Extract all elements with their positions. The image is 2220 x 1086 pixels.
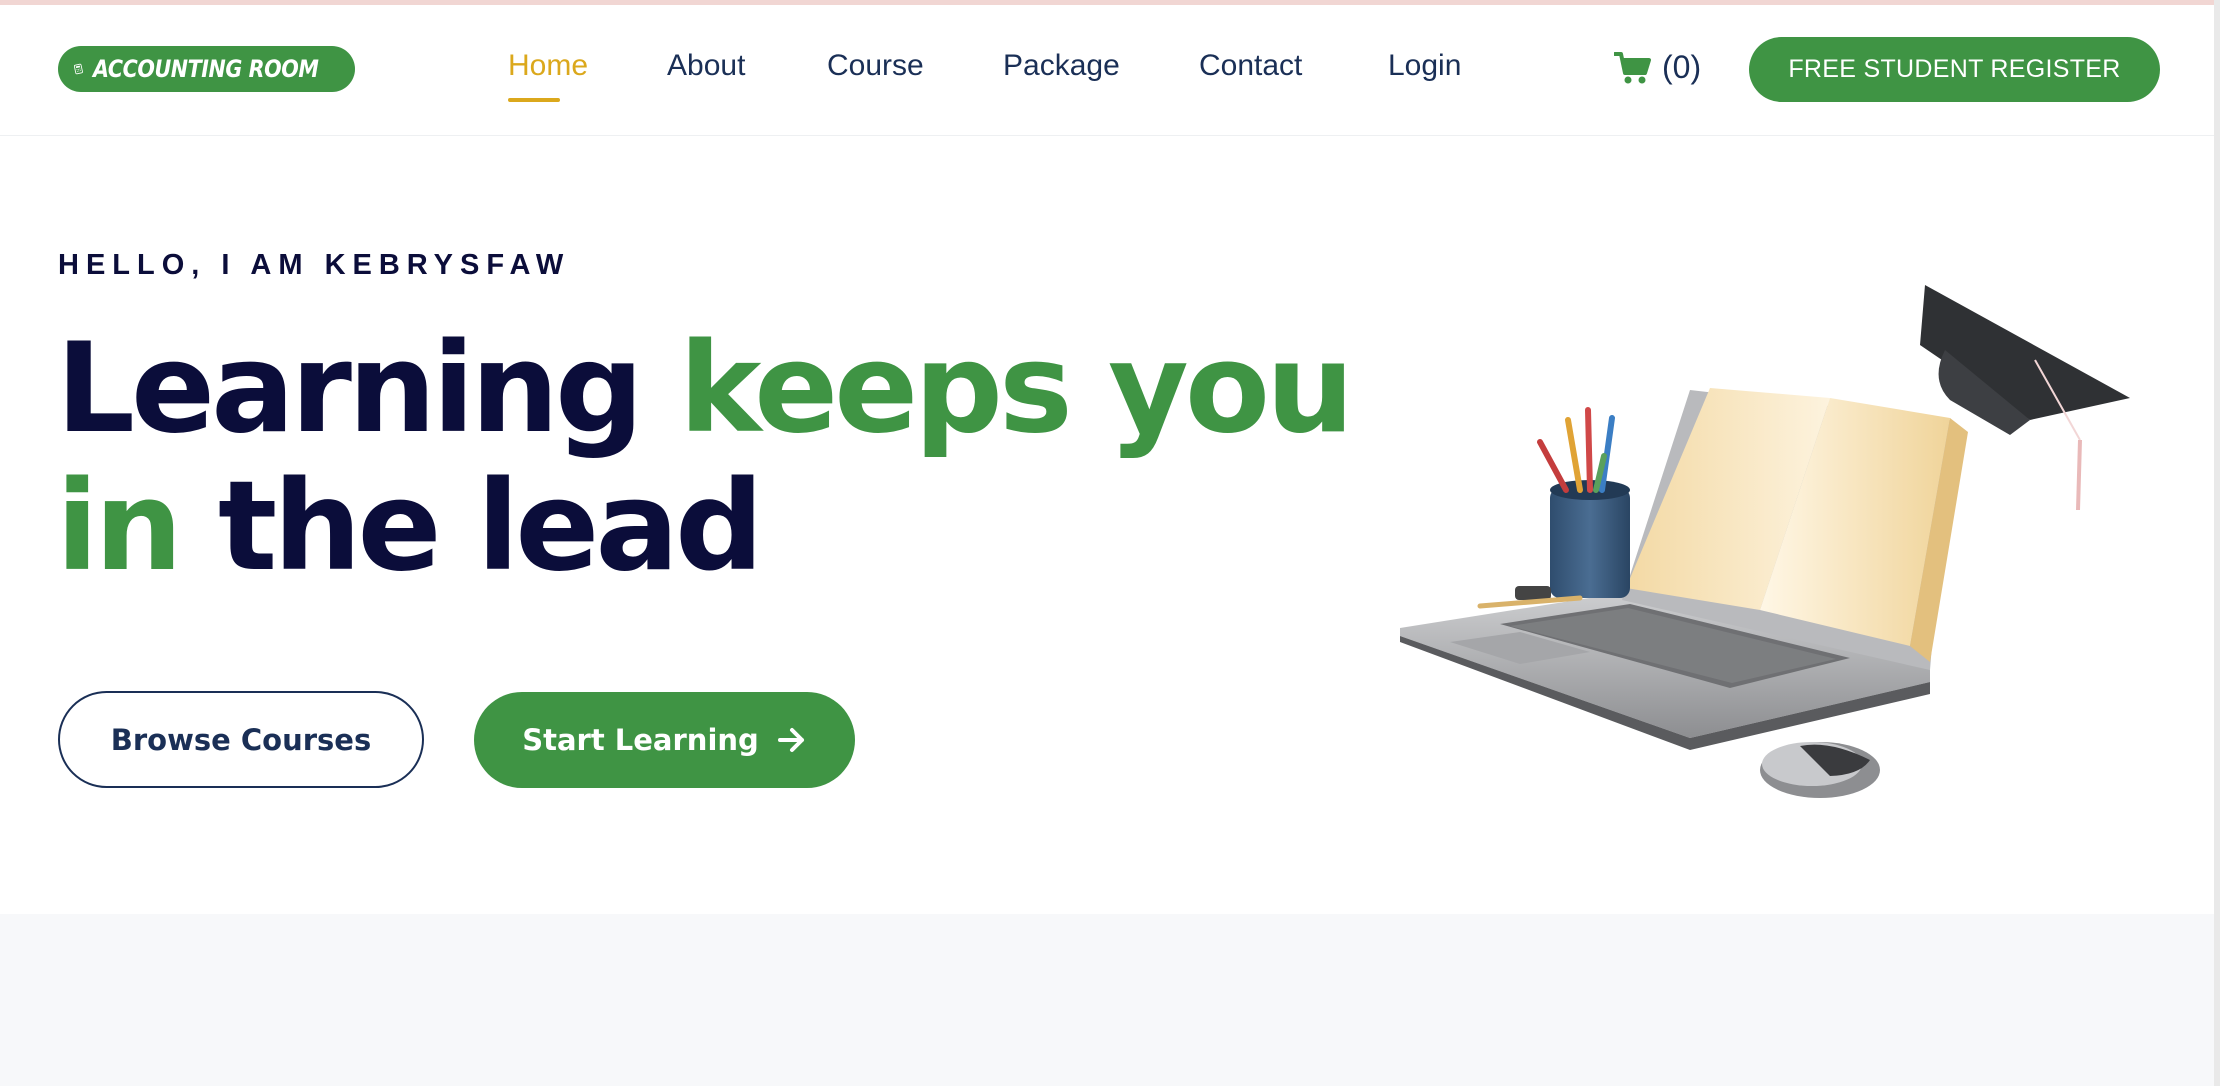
nav-home[interactable]: Home (508, 49, 588, 83)
brand-name: ACCOUNTING ROOM (92, 55, 319, 83)
nav-course[interactable]: Course (827, 49, 924, 83)
cart-count: (0) (1662, 49, 1702, 85)
headline-dark-2: the lead (217, 455, 764, 599)
free-student-register-button[interactable]: FREE STUDENT REGISTER (1749, 37, 2160, 102)
hero-kicker: HELLO, I AM KEBRYSFAW (58, 249, 571, 281)
headline-dark-1: Learning (56, 317, 644, 461)
brand-logo[interactable]: ACCOUNTING ROOM (58, 46, 355, 92)
browse-courses-button[interactable]: Browse Courses (58, 691, 424, 788)
hero-headline: Learning keeps you in the lead (56, 317, 1354, 599)
headline-green-2: in (56, 455, 183, 599)
arrow-right-icon (777, 728, 804, 752)
calculator-icon (74, 63, 83, 75)
nav-about[interactable]: About (667, 49, 745, 83)
nav-active-underline (508, 98, 560, 102)
cart-link[interactable]: (0) (1614, 49, 1701, 86)
site-header: ACCOUNTING ROOM Home About Course Packag… (0, 5, 2220, 136)
scrollbar[interactable] (2214, 0, 2220, 1086)
nav-contact[interactable]: Contact (1199, 49, 1302, 83)
next-section-band (0, 914, 2220, 1086)
laptop-book-graduation-cap-illustration (1400, 285, 2130, 798)
nav-package[interactable]: Package (1003, 49, 1120, 83)
headline-green-1: keeps you (678, 317, 1354, 461)
nav-login[interactable]: Login (1388, 49, 1461, 83)
start-learning-button[interactable]: Start Learning (474, 692, 855, 788)
cart-icon (1614, 51, 1651, 83)
start-learning-label: Start Learning (522, 723, 759, 757)
